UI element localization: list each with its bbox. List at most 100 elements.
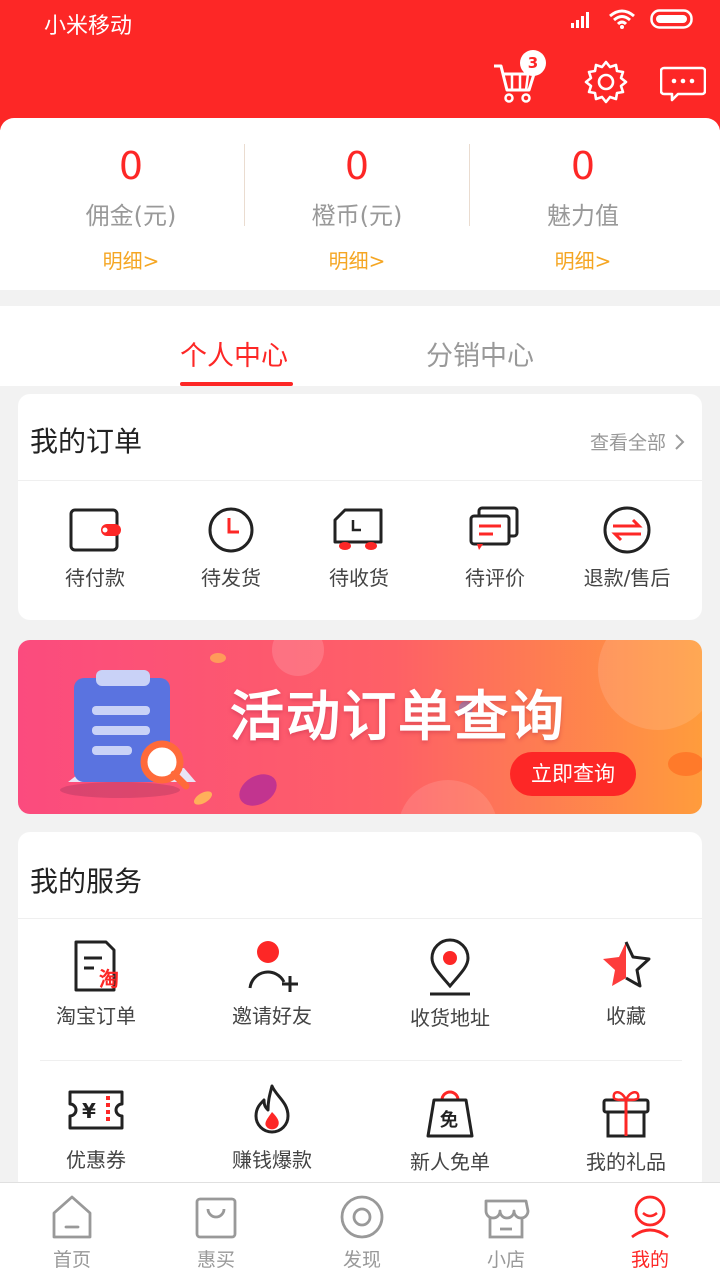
my-orders-card: 我的订单 查看全部 待付款 待发货 待收货 待评价 退款/售后 [18, 394, 702, 620]
clock-icon [208, 507, 254, 553]
order-pending-payment[interactable]: 待付款 [30, 506, 160, 591]
service-favorites[interactable]: 收藏 [546, 938, 706, 1029]
wallet-icon [69, 508, 121, 552]
nav-shop[interactable]: 小店 [456, 1193, 556, 1272]
discover-icon [340, 1195, 384, 1239]
stat-divider [244, 144, 245, 226]
stat-charm: 0 魅力值 明细> [470, 144, 696, 274]
order-label: 待付款 [65, 566, 125, 590]
service-label: 赚钱爆款 [232, 1148, 312, 1172]
order-refund-aftersales[interactable]: 退款/售后 [562, 506, 692, 591]
order-label: 待发货 [201, 566, 261, 590]
service-invite-friend[interactable]: 邀请好友 [192, 938, 352, 1029]
active-tab-indicator [180, 382, 293, 386]
profile-icon [631, 1195, 669, 1239]
stat-commission: 0 佣金(元) 明细> [18, 144, 244, 274]
truck-icon [333, 508, 383, 550]
signal-icon [571, 12, 589, 28]
nav-discover[interactable]: 发现 [312, 1193, 412, 1272]
shop-icon [484, 1199, 530, 1239]
message-icon[interactable] [660, 58, 706, 106]
svg-text:免: 免 [440, 1109, 458, 1131]
center-tabs: 个人中心 分销中心 [0, 306, 720, 386]
location-pin-icon [430, 938, 470, 996]
my-services-card: 我的服务 淘 淘宝订单 邀请好友 收货地址 收藏 ¥ 优惠券 赚钱爆款 免 新人… [18, 832, 702, 1192]
services-title: 我的服务 [30, 865, 143, 898]
header-bar: 小米移动 3 [0, 0, 720, 130]
stat-label: 佣金(元) [85, 202, 177, 230]
svg-text:淘: 淘 [99, 967, 119, 991]
service-label: 收藏 [606, 1004, 646, 1028]
gift-icon [602, 1091, 650, 1138]
stat-value: 0 [344, 144, 370, 188]
carrier-name: 小米移动 [44, 14, 133, 39]
view-all-orders-link[interactable]: 查看全部 [590, 428, 686, 455]
status-icons [570, 8, 696, 30]
comment-icon [469, 506, 519, 550]
nav-deals[interactable]: 惠买 [166, 1193, 266, 1272]
query-now-button[interactable]: 立即查询 [510, 752, 636, 796]
tab-personal-center[interactable]: 个人中心 [180, 334, 288, 373]
nav-home[interactable]: 首页 [22, 1193, 122, 1272]
coupon-icon: ¥ [68, 1090, 124, 1130]
service-newcomer-free[interactable]: 免 新人免单 [370, 1084, 530, 1175]
taobao-order-icon: 淘 [74, 940, 119, 992]
stat-value: 0 [570, 144, 596, 188]
service-coupon[interactable]: ¥ 优惠券 [16, 1082, 176, 1173]
nav-label: 发现 [342, 1249, 381, 1271]
nav-profile[interactable]: 我的 [600, 1193, 700, 1272]
banner-title: 活动订单查询 [230, 685, 566, 748]
invite-friend-icon [248, 941, 298, 992]
earnings-stats-card: 0 佣金(元) 明细> 0 橙币(元) 明细> 0 魅力值 明细> [0, 118, 720, 290]
order-pending-shipment[interactable]: 待发货 [166, 506, 296, 591]
order-pending-review[interactable]: 待评价 [430, 506, 560, 591]
order-label: 待收货 [329, 566, 389, 590]
stat-label: 橙币(元) [311, 202, 403, 230]
service-label: 收货地址 [410, 1006, 490, 1030]
service-taobao-order[interactable]: 淘 淘宝订单 [16, 938, 176, 1029]
order-pending-receipt[interactable]: 待收货 [294, 506, 424, 591]
nav-label: 小店 [486, 1249, 525, 1271]
service-hot-items[interactable]: 赚钱爆款 [192, 1082, 352, 1173]
nav-label: 惠买 [196, 1249, 235, 1271]
service-my-gifts[interactable]: 我的礼品 [546, 1084, 706, 1175]
stat-detail-link[interactable]: 明细> [470, 245, 696, 274]
service-label: 淘宝订单 [56, 1004, 136, 1028]
service-delivery-address[interactable]: 收货地址 [370, 938, 530, 1031]
service-label: 优惠券 [66, 1148, 126, 1172]
service-label: 新人免单 [410, 1150, 490, 1174]
nav-label: 我的 [630, 1249, 669, 1271]
nav-label: 首页 [52, 1249, 91, 1271]
chevron-right-icon [675, 433, 685, 450]
bottom-nav: 首页 惠买 发现 小店 我的 [0, 1182, 720, 1280]
orders-title: 我的订单 [30, 425, 143, 458]
stat-divider [469, 144, 470, 226]
tab-distribution-center[interactable]: 分销中心 [426, 334, 534, 373]
svg-text:¥: ¥ [82, 1099, 96, 1123]
service-label: 我的礼品 [586, 1150, 666, 1174]
view-all-label: 查看全部 [589, 432, 666, 454]
wifi-icon [609, 9, 635, 29]
stat-value: 0 [118, 144, 144, 188]
divider [40, 1060, 682, 1061]
cart-badge: 3 [520, 50, 546, 76]
order-label: 待评价 [465, 566, 525, 590]
divider [18, 480, 702, 481]
flame-icon [254, 1084, 290, 1134]
service-label: 邀请好友 [232, 1004, 312, 1028]
home-icon [52, 1195, 92, 1239]
free-bag-icon: 免 [426, 1090, 474, 1138]
stat-orange-coin: 0 橙币(元) 明细> [244, 144, 470, 274]
shopping-bag-icon [195, 1197, 237, 1239]
stat-detail-link[interactable]: 明细> [244, 245, 470, 274]
refund-icon [603, 506, 651, 554]
order-label: 退款/售后 [583, 566, 671, 590]
star-icon [603, 941, 651, 988]
clipboard-search-icon [68, 670, 196, 790]
battery-icon [650, 9, 693, 29]
stat-label: 魅力值 [547, 202, 619, 230]
activity-order-banner[interactable]: 活动订单查询 立即查询 [18, 640, 702, 814]
stat-detail-link[interactable]: 明细> [18, 245, 244, 274]
gear-icon[interactable] [582, 58, 630, 106]
divider [18, 918, 702, 919]
